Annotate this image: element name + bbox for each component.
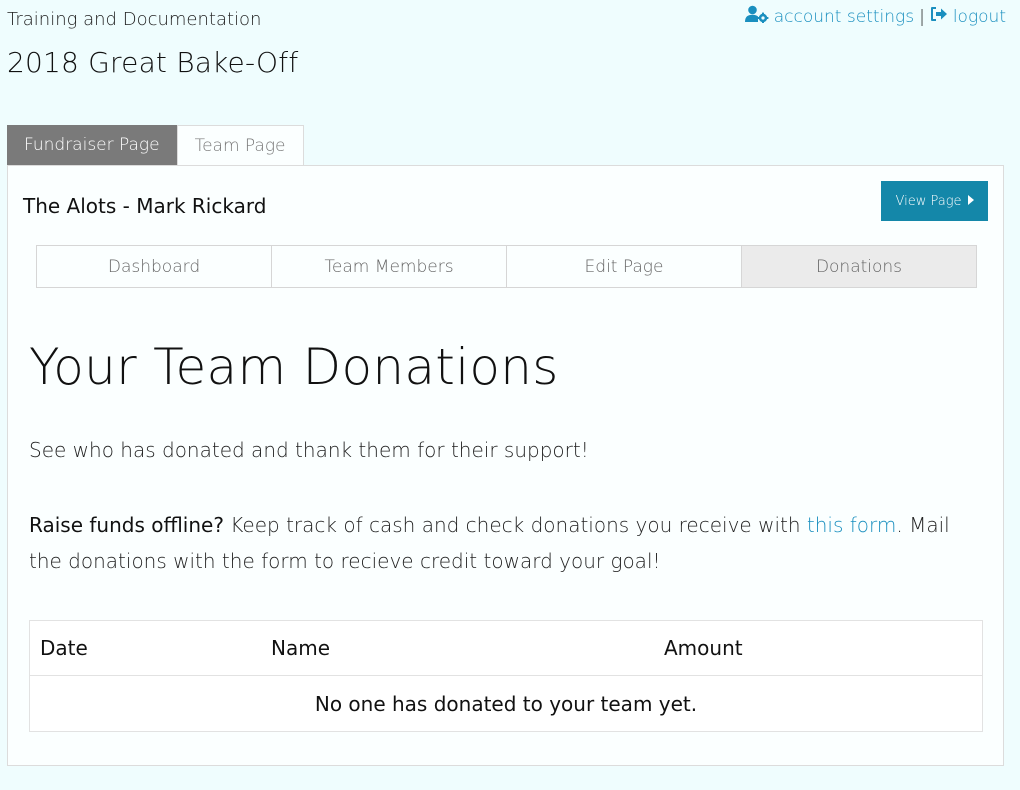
- column-header-amount: Amount: [664, 636, 743, 660]
- team-subnav: Dashboard Team Members Edit Page Donatio…: [36, 245, 977, 288]
- event-title: 2018 Great Bake-Off: [7, 46, 299, 79]
- offline-instructions: Raise funds offline? Keep track of cash …: [29, 507, 979, 579]
- logout-label: logout: [952, 6, 1006, 27]
- user-gear-icon: [744, 5, 769, 28]
- view-page-label: View Page: [895, 193, 962, 209]
- column-header-name: Name: [271, 636, 331, 660]
- subnav-team-members[interactable]: Team Members: [271, 245, 507, 288]
- team-name: The Alots - Mark Rickard: [23, 194, 267, 218]
- account-bar-separator: |: [919, 6, 925, 27]
- column-header-date: Date: [40, 636, 88, 660]
- view-page-button[interactable]: View Page: [881, 181, 988, 221]
- team-panel: The Alots - Mark Rickard View Page Dashb…: [7, 165, 1004, 766]
- page-heading: Your Team Donations: [29, 338, 559, 396]
- subnav-dashboard[interactable]: Dashboard: [36, 245, 272, 288]
- offline-text-before-link: Keep track of cash and check donations y…: [223, 513, 807, 537]
- account-bar: account settings | logout: [744, 5, 1006, 28]
- subnav-edit-page[interactable]: Edit Page: [506, 245, 742, 288]
- subnav-donations[interactable]: Donations: [741, 245, 977, 288]
- sign-out-icon: [930, 6, 948, 27]
- tab-fundraiser-page[interactable]: Fundraiser Page: [7, 125, 177, 166]
- intro-text: See who has donated and thank them for t…: [29, 438, 589, 462]
- caret-right-icon: [967, 194, 974, 209]
- org-name: Training and Documentation: [7, 9, 262, 30]
- table-header: Date Name Amount: [30, 621, 982, 676]
- offline-form-link[interactable]: this form: [807, 513, 896, 537]
- page: Training and Documentation 2018 Great Ba…: [0, 0, 1020, 790]
- offline-bold-label: Raise funds offline?: [29, 513, 224, 537]
- page-tabs: Fundraiser Page Team Page: [7, 125, 304, 167]
- donations-table: Date Name Amount No one has donated to y…: [29, 620, 983, 732]
- tab-team-page[interactable]: Team Page: [176, 125, 304, 167]
- table-empty-row: No one has donated to your team yet.: [314, 691, 698, 716]
- account-settings-link[interactable]: account settings: [744, 5, 915, 28]
- account-settings-label: account settings: [773, 6, 915, 27]
- logout-link[interactable]: logout: [930, 6, 1006, 27]
